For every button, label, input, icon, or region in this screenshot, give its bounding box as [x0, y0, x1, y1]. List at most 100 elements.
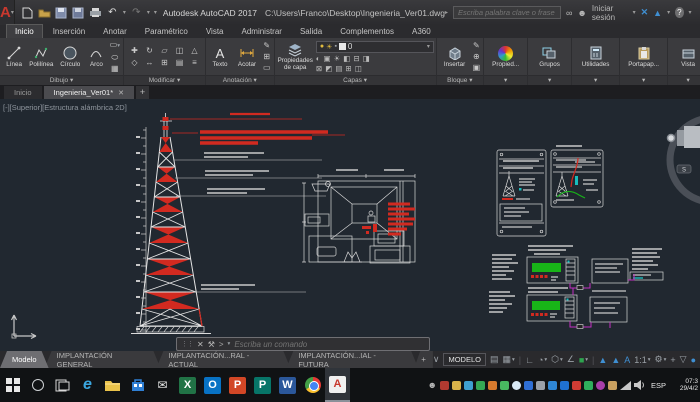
signin-label[interactable]: Iniciar sesión [592, 4, 628, 22]
scale-value[interactable]: 1:1▾ [634, 355, 650, 365]
command-close-icon[interactable]: ✕ [197, 340, 204, 349]
undo-icon[interactable]: ↶ [106, 6, 119, 19]
command-grip-icon[interactable]: ⋮⋮ [181, 340, 193, 348]
panel-title-modificar[interactable]: Modificar ▾ [124, 75, 205, 85]
undo-caret-icon[interactable]: ▾ [123, 9, 126, 16]
panel-title-grupos[interactable]: ▾ [528, 75, 571, 85]
mail-button[interactable]: ✉ [150, 368, 175, 402]
file-tab-current[interactable]: Ingenieria_Ver01* ✕ [44, 86, 135, 99]
object-snap-icon[interactable]: ■▾ [579, 355, 588, 365]
customize-plus-icon[interactable]: + [670, 355, 675, 365]
isolate-objects-icon[interactable]: ▽ [680, 354, 687, 365]
file-tab-inicio[interactable]: Inicio [4, 86, 42, 99]
text-tool[interactable]: A Texto [209, 46, 231, 68]
command-input[interactable] [234, 340, 425, 349]
scale-icon[interactable]: ⊞ [157, 57, 172, 69]
excel-button[interactable]: X [175, 368, 200, 402]
ribbon-tab-parametrico[interactable]: Paramétrico [137, 25, 196, 38]
circle-tool[interactable]: Círculo [57, 46, 83, 68]
panel-title-anotacion[interactable]: Anotación ▾ [206, 75, 274, 85]
qat-customize-caret-icon[interactable]: ▾ [154, 9, 157, 16]
open-folder-icon[interactable] [38, 6, 51, 19]
modificar-tools[interactable]: ✚ ↻ ▱ ◫ △ ◇ ↔ ⊞ ▤ ≡ [127, 45, 202, 69]
tray-icon[interactable] [548, 381, 557, 390]
clipboard-button[interactable]: Portapap... [623, 46, 664, 68]
layer-delete-icon[interactable]: ▤ [335, 64, 342, 73]
workspace-gear-icon[interactable]: ⚙▾ [655, 354, 667, 365]
line-tool[interactable]: Línea [3, 46, 25, 68]
anotacion-more-tools[interactable]: ✎ ⊞ ▭ [263, 40, 271, 73]
ribbon-tab-a360[interactable]: A360 [404, 25, 439, 38]
block-create-icon[interactable]: ⊕ [473, 51, 481, 62]
tray-icon[interactable] [560, 381, 569, 390]
panel-title-vista[interactable]: ▾ [668, 75, 700, 85]
layer-prev-icon[interactable]: ◨ [363, 54, 370, 63]
ribbon-tab-insercion[interactable]: Inserción [45, 25, 93, 38]
insert-block-button[interactable]: Insertar [440, 46, 470, 68]
ribbon-tab-administrar[interactable]: Administrar [234, 25, 290, 38]
panel-title-propiedades[interactable]: ▾ [484, 75, 527, 85]
arc-tool[interactable]: Arco [86, 46, 106, 68]
redo-caret-icon[interactable]: ▾ [147, 9, 150, 16]
app-menu-button[interactable]: A▾ [0, 0, 15, 25]
array-icon[interactable]: ▤ [172, 57, 187, 69]
viewcube-south-label[interactable]: S [682, 168, 686, 174]
polar-tracking-icon[interactable]: ◔▾ [538, 355, 547, 365]
new-file-icon[interactable] [21, 6, 34, 19]
layer-properties-button[interactable]: Propiedades de capa [278, 42, 313, 71]
new-drawing-tab-button[interactable]: + [136, 86, 149, 99]
hatch-icon[interactable]: ▦ [110, 63, 120, 74]
erase-icon[interactable]: ≡ [187, 57, 202, 69]
model-paper-toggle[interactable]: MODELO [443, 353, 486, 366]
ribbon-tab-vista[interactable]: Vista [198, 25, 232, 38]
dimension-tool[interactable]: Acotar [234, 46, 260, 68]
infocenter-search-input[interactable] [453, 6, 561, 19]
store-button[interactable] [125, 368, 150, 402]
layout-tab-implantacion-actual[interactable]: IMPLANTACIÓN...RAL - ACTUAL [156, 351, 290, 368]
layer-lock-icon[interactable]: ▪ [334, 43, 336, 50]
grid-display-icon[interactable]: ▤ [490, 354, 499, 365]
tray-icon[interactable] [524, 381, 533, 390]
annotation-scale-icon[interactable]: A [624, 355, 630, 365]
block-attrib-icon[interactable]: ▣ [473, 62, 481, 73]
layer-copy-icon[interactable]: ◫ [355, 64, 362, 73]
start-button[interactable] [0, 368, 25, 402]
tray-icon[interactable] [596, 381, 605, 390]
save-as-icon[interactable] [72, 6, 85, 19]
rotate-icon[interactable]: ↻ [142, 45, 157, 57]
tray-icon[interactable] [608, 381, 617, 390]
layout-tab-implantacion-futura[interactable]: IMPLANTACIÓN...IAL - FUTURA [286, 351, 418, 368]
fillet-icon[interactable]: ◇ [127, 57, 142, 69]
tray-icon[interactable] [464, 381, 473, 390]
word-button[interactable]: W [275, 368, 300, 402]
utilities-button[interactable]: Utilidades [575, 46, 616, 68]
layer-tools-row-1[interactable]: ◐▣☀◧⊟◨ [316, 54, 434, 63]
viewcube[interactable]: S [668, 118, 700, 202]
save-icon[interactable] [55, 6, 68, 19]
rectangle-icon[interactable]: ▭▾ [110, 39, 120, 52]
tray-icon[interactable] [500, 381, 509, 390]
table-icon[interactable]: ⊞ [263, 51, 271, 62]
tray-icon[interactable] [440, 381, 449, 390]
dibujo-more-tools[interactable]: ▭▾ ⬭ ▦ [110, 39, 120, 74]
signin-caret-icon[interactable]: ▾ [633, 9, 636, 16]
layer-walk-icon[interactable]: ⊠ [316, 64, 322, 73]
osnap-tracking-icon[interactable]: ∠ [567, 354, 575, 365]
block-edit-icon[interactable]: ✎ [473, 40, 481, 51]
file-explorer-button[interactable] [100, 368, 125, 402]
markup-icon[interactable]: ▭ [263, 62, 271, 73]
ortho-icon[interactable]: ∟ [525, 355, 534, 365]
layer-thaw-icon[interactable]: ☀ [326, 43, 332, 51]
layer-off-icon[interactable]: ◐ [316, 54, 321, 63]
layer-match-icon[interactable]: ⊟ [353, 54, 359, 63]
layout-tab-implantacion-general[interactable]: IMPLANTACIÓN GENERAL [45, 351, 161, 368]
properties-button[interactable]: Propied... [487, 46, 524, 68]
move-icon[interactable]: ✚ [127, 45, 142, 57]
tray-icon[interactable] [572, 381, 581, 390]
tray-icon[interactable] [452, 381, 461, 390]
network-icon[interactable] [620, 381, 631, 390]
close-icon[interactable]: ✕ [118, 89, 124, 97]
polyline-tool[interactable]: Polilínea [28, 46, 54, 68]
panel-title-capas[interactable]: Capas ▾ [275, 75, 436, 85]
ribbon-tab-salida[interactable]: Salida [292, 25, 330, 38]
